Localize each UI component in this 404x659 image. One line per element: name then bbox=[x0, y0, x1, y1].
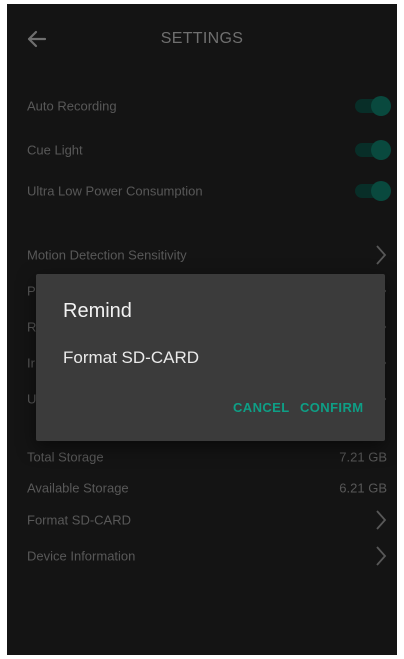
dialog-title: Remind bbox=[63, 300, 132, 322]
confirm-button[interactable]: CONFIRM bbox=[300, 400, 363, 415]
dialog-message: Format SD-CARD bbox=[63, 348, 200, 367]
remind-dialog: Remind Format SD-CARD CANCEL CONFIRM bbox=[36, 274, 385, 441]
settings-screen: SETTINGS Auto Recording Cue Light Ultra … bbox=[7, 4, 397, 655]
cancel-button[interactable]: CANCEL bbox=[233, 400, 290, 415]
